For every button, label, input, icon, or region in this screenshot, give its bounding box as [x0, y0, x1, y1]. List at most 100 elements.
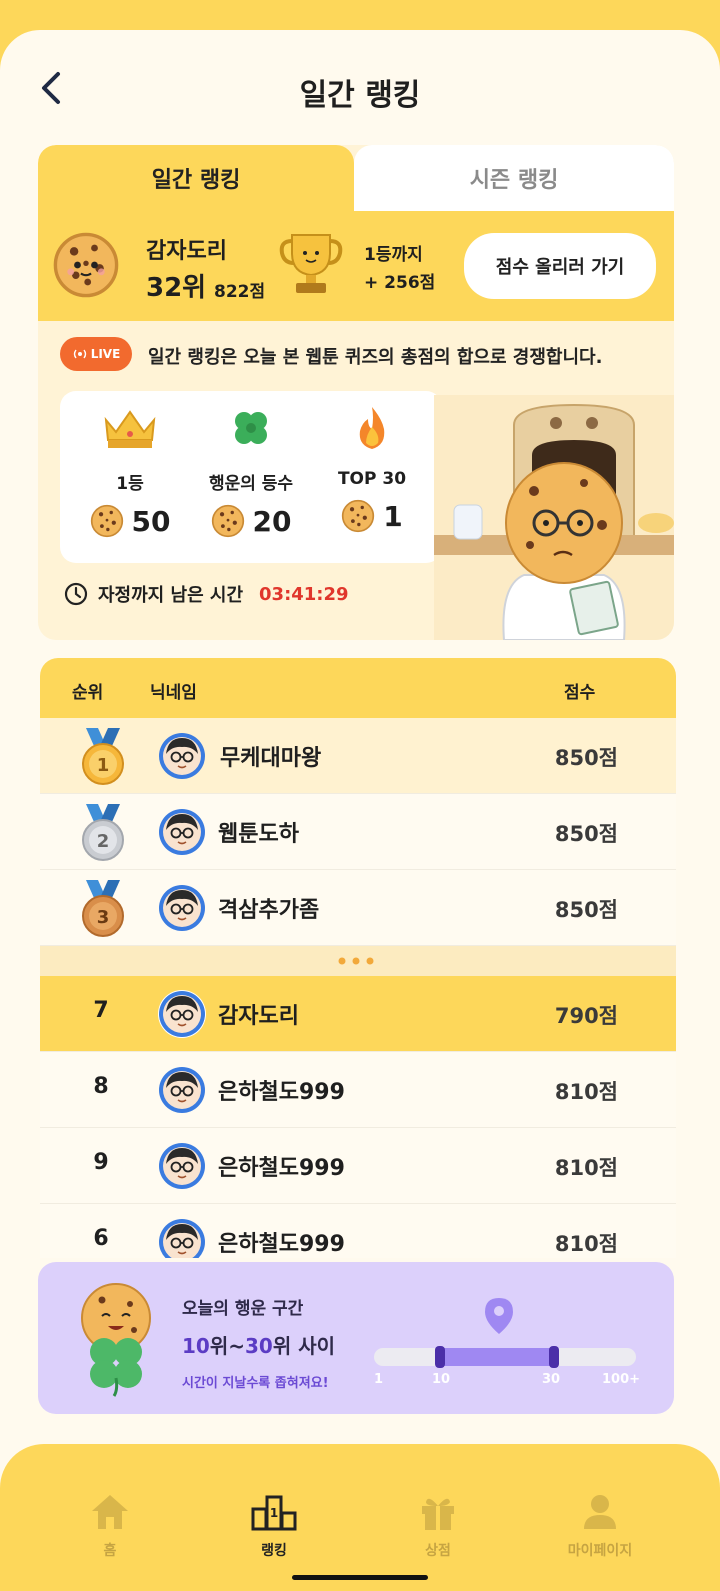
tick-label: 10 [432, 1372, 451, 1387]
gold-medal-icon: 1 [82, 728, 124, 785]
lucky-range-slider [374, 1346, 636, 1368]
table-row[interactable]: 2 웹툰도하 850점 [40, 794, 676, 870]
table-row[interactable]: 9 은하철도999 810점 [40, 1128, 676, 1204]
cookie-clover-illustration [81, 1283, 151, 1397]
avatar [158, 1066, 206, 1114]
header-nickname: 닉네임 [150, 683, 197, 703]
nickname: 웹툰도하 [218, 822, 299, 847]
table-row[interactable]: 6 은하철도999 810점 [40, 1204, 676, 1258]
home-indicator [292, 1575, 428, 1580]
prize-top30: TOP 30 1 [312, 405, 432, 533]
lucky-range-text: 10위~30위 사이 [182, 1330, 335, 1359]
my-ranking-card: 일간 랭킹 시즌 랭킹 감자도리 32위 822점 1등까지 + 256점 점수… [38, 145, 674, 640]
prize-value: 1 [383, 499, 403, 533]
silver-medal-icon: 2 [82, 804, 124, 861]
tick-label: 30 [542, 1372, 561, 1387]
table-row[interactable]: 8 은하철도999 810점 [40, 1052, 676, 1128]
my-nickname: 감자도리 [146, 239, 227, 264]
nickname: 은하철도999 [218, 1080, 345, 1105]
score: 850점 [554, 746, 618, 770]
score: 850점 [554, 822, 618, 846]
lucky-range-card: 오늘의 행운 구간 10위~30위 사이 시간이 지날수록 좁혀져요! 1 10… [38, 1262, 674, 1414]
gap-label-line1: 1등까지 [364, 245, 423, 265]
bottom-navigation: 홈 1 랭킹 상점 마이페이지 [0, 1444, 720, 1591]
gift-icon [422, 1498, 454, 1530]
my-score: 822점 [214, 282, 266, 302]
podium-icon: 1 [251, 1495, 297, 1531]
avatar [158, 808, 206, 856]
nav-label: 홈 [103, 1543, 117, 1559]
cookie-coin-icon [90, 504, 124, 538]
prize-first: 1등 50 [70, 405, 190, 538]
nickname: 감자도리 [218, 1004, 299, 1029]
rank-number: 7 [93, 998, 109, 1023]
slider-handle-end [549, 1346, 559, 1368]
prize-label: 행운의 등수 [208, 474, 294, 494]
fire-icon [359, 407, 385, 449]
boost-score-button[interactable]: 점수 올리러 가기 [464, 233, 656, 299]
prize-value: 20 [252, 504, 292, 538]
nickname: 은하철도999 [218, 1156, 345, 1181]
tab-daily-ranking[interactable]: 일간 랭킹 [38, 145, 354, 211]
prize-label: TOP 30 [337, 469, 407, 489]
bronze-medal-icon: 3 [82, 880, 124, 937]
range-suffix: 위 사이 [272, 1334, 336, 1358]
table-row[interactable]: 1 무케대마왕 850점 [40, 718, 676, 794]
more-dots-icon [338, 957, 374, 965]
nickname: 무케대마왕 [220, 746, 322, 771]
score: 850점 [554, 898, 618, 922]
rank-number: 8 [93, 1074, 109, 1099]
cookie-coin-icon [211, 504, 245, 538]
medal-number: 3 [97, 907, 110, 928]
nav-shop[interactable]: 상점 [378, 1490, 498, 1560]
rank-number: 6 [93, 1226, 109, 1251]
avatar [158, 884, 206, 932]
my-rank-bar: 감자도리 32위 822점 1등까지 + 256점 점수 올리러 가기 [38, 211, 674, 321]
nav-home[interactable]: 홈 [50, 1490, 170, 1560]
header-score: 점수 [564, 683, 596, 703]
nav-ranking[interactable]: 1 랭킹 [214, 1490, 334, 1560]
avatar [158, 1218, 206, 1258]
svg-text:1: 1 [270, 1506, 278, 1520]
prize-label: 1등 [116, 474, 144, 494]
live-badge: LIVE [60, 337, 132, 371]
crown-icon [104, 410, 156, 448]
avatar [158, 990, 206, 1038]
ellipsis-divider [40, 946, 676, 976]
lucky-note: 시간이 지날수록 좁혀져요! [182, 1376, 329, 1391]
live-label: LIVE [90, 347, 121, 361]
nav-mypage[interactable]: 마이페이지 [540, 1490, 660, 1560]
prize-box: 1등 50 행운의 등수 20 TOP 30 1 [60, 391, 442, 563]
nickname: 격삼추가좀 [218, 898, 320, 923]
clock-icon [64, 582, 88, 606]
slider-handle-start [435, 1346, 445, 1368]
table-row-me[interactable]: 7 감자도리 790점 [40, 976, 676, 1052]
person-icon [584, 1495, 616, 1529]
ranking-header: 순위 닉네임 점수 [40, 658, 676, 718]
nav-label: 마이페이지 [567, 1543, 633, 1559]
rank-number: 9 [93, 1150, 109, 1175]
nickname: 은하철도999 [218, 1232, 345, 1257]
clover-icon [235, 412, 267, 444]
prize-lucky: 행운의 등수 20 [191, 405, 311, 538]
location-pin-icon [485, 1298, 513, 1334]
cookie-coin-icon [341, 499, 375, 533]
ranking-info-text: 일간 랭킹은 오늘 본 웹툰 퀴즈의 총점의 합으로 경쟁합니다. [148, 347, 603, 368]
score: 810점 [554, 1080, 618, 1104]
table-row[interactable]: 3 격삼추가좀 850점 [40, 870, 676, 946]
medal-number: 1 [97, 755, 110, 776]
range-start: 10 [182, 1334, 210, 1358]
tick-label: 100+ [602, 1372, 641, 1387]
home-icon [92, 1495, 128, 1529]
tab-season-ranking[interactable]: 시즌 랭킹 [354, 145, 674, 211]
lucky-title: 오늘의 행운 구간 [182, 1299, 304, 1319]
cookie-avatar-icon [52, 231, 120, 299]
header: 일간 랭킹 [0, 30, 720, 130]
score: 810점 [554, 1232, 618, 1256]
slider-fill [440, 1348, 554, 1366]
header-rank: 순위 [72, 683, 104, 703]
page-title: 일간 랭킹 [299, 78, 421, 113]
countdown-value: 03:41:29 [259, 583, 349, 605]
score: 810점 [554, 1156, 618, 1180]
trophy-icon [279, 234, 343, 293]
